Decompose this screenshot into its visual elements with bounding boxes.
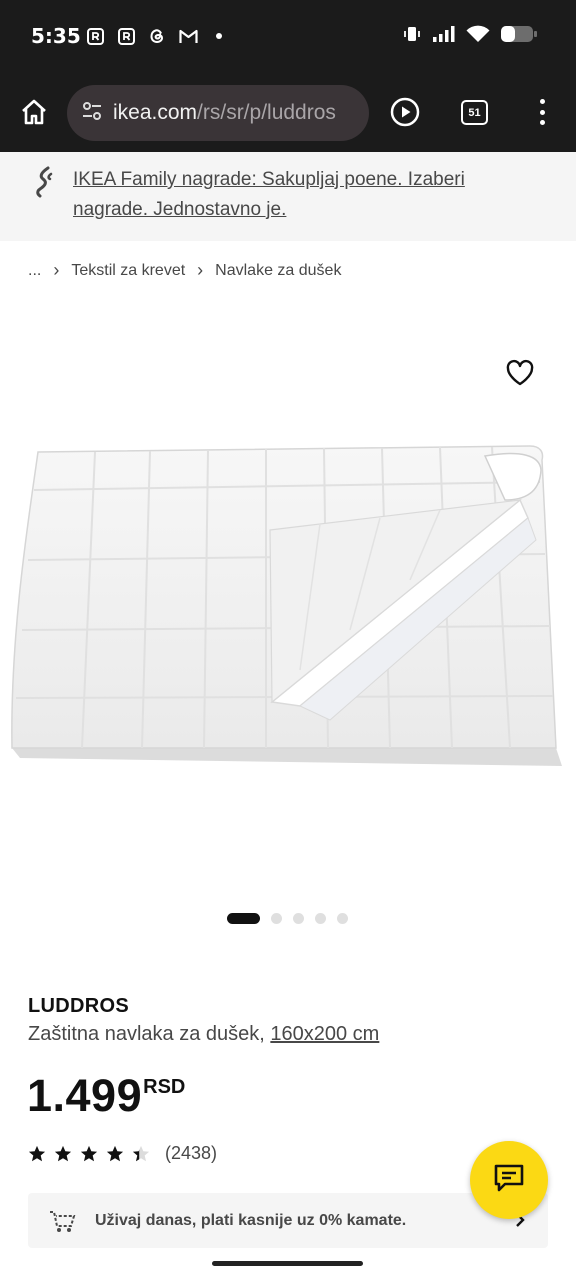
ikea-family-icon [32, 165, 58, 199]
dot-icon [209, 26, 229, 46]
site-settings-icon[interactable] [81, 100, 103, 127]
threads-icon [147, 26, 167, 46]
chevron-right-icon: › [53, 260, 60, 280]
shopping-cart-icon [48, 1208, 76, 1234]
rating-stars [28, 1145, 150, 1163]
url-domain: ikea.com [113, 101, 198, 124]
product-type: Zaštitna navlaka za dušek, [28, 1023, 265, 1045]
gesture-navigation-bar[interactable] [212, 1261, 363, 1266]
product-image[interactable] [0, 430, 576, 780]
price-value: 1.499 [27, 1070, 143, 1121]
address-bar[interactable]: ikea.com/rs/sr/p/luddros [67, 85, 369, 141]
tab-switcher-button[interactable]: 51 [461, 100, 488, 125]
r-app-icon [85, 26, 105, 46]
promo-link[interactable]: IKEA Family nagrade: Sakupljaj poene. Iz… [73, 165, 543, 225]
system-status-icons [402, 24, 538, 49]
signal-icon [432, 25, 456, 48]
heart-icon[interactable] [505, 358, 535, 388]
browser-toolbar: ikea.com/rs/sr/p/luddros 51 [0, 72, 576, 152]
star-partial-icon [132, 1145, 150, 1161]
breadcrumb-item-bedding[interactable]: Tekstil za krevet [71, 262, 185, 280]
home-icon[interactable] [18, 96, 50, 128]
vibrate-icon [402, 24, 422, 49]
breadcrumb: ... › Tekstil za krevet › Navlake za duš… [28, 260, 341, 281]
notification-icons [85, 26, 229, 46]
carousel-dot[interactable] [337, 913, 348, 924]
url-text[interactable]: ikea.com/rs/sr/p/luddros [113, 101, 336, 125]
payment-banner-text: Uživaj danas, plati kasnije uz 0% kamate… [95, 1211, 407, 1229]
url-path: /rs/sr/p/luddros [197, 101, 336, 124]
chat-button[interactable] [470, 1141, 548, 1219]
star-icon [54, 1145, 72, 1161]
battery-icon [500, 24, 538, 49]
product-description: Zaštitna navlaka za dušek, 160x200 cm [28, 1023, 379, 1046]
wifi-icon [466, 25, 490, 48]
status-time: 5:35 [31, 24, 81, 48]
chat-icon [493, 1163, 525, 1198]
carousel-dot-active[interactable] [227, 913, 260, 924]
carousel-dot[interactable] [315, 913, 326, 924]
play-icon[interactable] [389, 96, 421, 128]
star-icon [106, 1145, 124, 1161]
more-menu-icon[interactable] [532, 96, 552, 128]
carousel-dot[interactable] [271, 913, 282, 924]
status-bar: 5:35 [0, 0, 576, 72]
price-currency: RSD [143, 1076, 186, 1098]
product-name: LUDDROS [28, 995, 129, 1017]
product-price: 1.499 RSD [27, 1070, 185, 1122]
r-app-icon [116, 26, 136, 46]
promo-banner: IKEA Family nagrade: Sakupljaj poene. Iz… [0, 152, 576, 241]
payment-banner[interactable]: Uživaj danas, plati kasnije uz 0% kamate… [28, 1193, 548, 1248]
breadcrumb-item-more[interactable]: ... [28, 262, 41, 280]
product-size-link[interactable]: 160x200 cm [270, 1023, 379, 1045]
star-icon [28, 1145, 46, 1161]
image-carousel-indicator [227, 913, 348, 924]
chevron-right-icon: › [197, 260, 204, 280]
review-count: (2438) [165, 1143, 218, 1163]
breadcrumb-item-mattress-protectors[interactable]: Navlake za dušek [215, 262, 341, 280]
carousel-dot[interactable] [293, 913, 304, 924]
star-icon [80, 1145, 98, 1161]
product-rating[interactable]: (2438) [28, 1143, 217, 1164]
gmail-icon [178, 26, 198, 46]
